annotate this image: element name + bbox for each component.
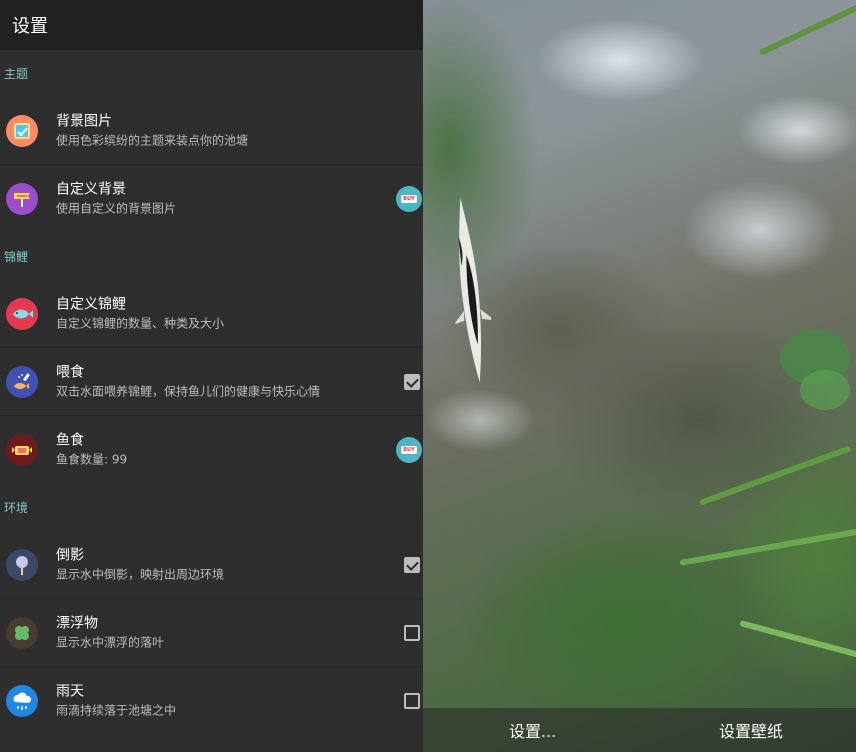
floating-objects-checkbox[interactable] — [404, 624, 420, 641]
setting-floating-objects[interactable]: 漂浮物 显示水中漂浮的落叶 — [0, 599, 423, 667]
setting-subtitle: 自定义锦鲤的数量、种类及大小 — [56, 316, 225, 330]
grass-blade-image — [698, 445, 852, 506]
bottom-action-bar: 设置... 设置壁纸 — [423, 708, 856, 752]
setting-subtitle: 双击水面喂养锦鲤，保持鱼儿们的健康与快乐心情 — [56, 384, 321, 398]
buy-label: BUY — [401, 195, 417, 203]
setting-title: 自定义背景 — [56, 181, 126, 198]
koi-fish-image — [453, 197, 496, 383]
grass-blade-image — [739, 620, 856, 660]
palette-icon — [6, 114, 38, 147]
buy-label: BUY — [401, 446, 417, 454]
reflection-checkbox[interactable] — [404, 556, 420, 573]
setting-title: 雨天 — [56, 683, 84, 700]
settings-panel: 设置 主题 背景图片 使用色彩缤纷的主题来装点你的池塘 自定义背景 使用自定义的… — [0, 0, 423, 752]
setting-title: 喂食 — [56, 364, 84, 380]
setting-title: 漂浮物 — [56, 615, 98, 631]
setting-title: 鱼食 — [56, 432, 84, 449]
buy-button[interactable]: BUY — [396, 186, 422, 212]
grass-blade-image — [679, 528, 856, 566]
grass-blade-image — [758, 3, 856, 56]
setting-title: 背景图片 — [56, 113, 112, 129]
setting-feeding[interactable]: 喂食 双击水面喂养锦鲤，保持鱼儿们的健康与快乐心情 — [0, 348, 423, 416]
water-plant-image — [800, 370, 850, 410]
page-title: 设置 — [12, 16, 48, 37]
fish-icon — [6, 297, 38, 330]
setting-reflection[interactable]: 倒影 显示水中倒影，映射出周边环境 — [0, 531, 423, 599]
feeding-checkbox[interactable] — [404, 373, 420, 390]
fish-food-icon — [6, 434, 38, 466]
setting-subtitle: 使用色彩缤纷的主题来装点你的池塘 — [56, 133, 249, 147]
buy-button[interactable]: BUY — [396, 437, 422, 463]
setting-custom-koi[interactable]: 自定义锦鲤 自定义锦鲤的数量、种类及大小 — [0, 280, 423, 348]
section-header-theme: 主题 — [4, 67, 29, 81]
setting-subtitle: 显示水中漂浮的落叶 — [56, 635, 165, 649]
rain-icon — [6, 685, 38, 717]
setting-fish-food[interactable]: 鱼食 鱼食数量: 99 BUY — [0, 416, 423, 484]
set-wallpaper-button[interactable]: 设置壁纸 — [639, 718, 856, 742]
toolbar: 设置 — [0, 0, 423, 50]
setting-subtitle: 使用自定义的背景图片 — [56, 201, 177, 216]
setting-title: 倒影 — [56, 547, 84, 563]
signpost-icon — [6, 183, 38, 215]
setting-subtitle: 雨滴持续落于池塘之中 — [56, 703, 177, 718]
feeding-icon — [6, 365, 38, 398]
setting-rain[interactable]: 雨天 雨滴持续落于池塘之中 — [0, 667, 423, 735]
setting-background-image[interactable]: 背景图片 使用色彩缤纷的主题来装点你的池塘 — [0, 97, 423, 165]
section-header-environment: 环境 — [4, 501, 29, 515]
setting-subtitle: 鱼食数量: 99 — [56, 452, 128, 467]
reflection-icon — [6, 548, 38, 581]
setting-title: 自定义锦鲤 — [56, 296, 126, 312]
setting-subtitle: 显示水中倒影，映射出周边环境 — [56, 567, 225, 581]
leaf-icon — [6, 616, 38, 649]
section-header-koi: 锦鲤 — [4, 250, 29, 264]
settings-button[interactable]: 设置... — [423, 718, 639, 742]
setting-custom-background[interactable]: 自定义背景 使用自定义的背景图片 BUY — [0, 165, 423, 233]
rain-checkbox[interactable] — [404, 693, 420, 709]
